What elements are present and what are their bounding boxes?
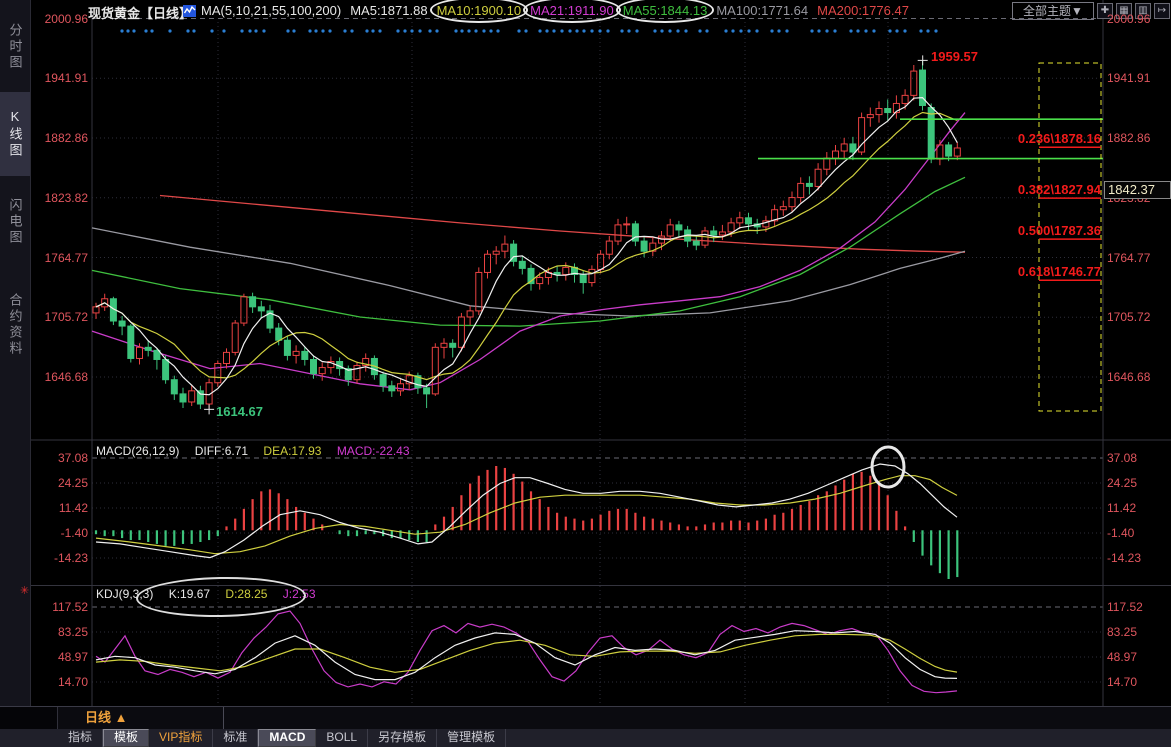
main-axis-label-right: 1882.86: [1107, 131, 1150, 145]
ma-values: MA(5,10,21,55,100,200) MA5:1871.88 MA10:19…: [201, 3, 918, 18]
macd-axis-label-right: 24.25: [1107, 476, 1137, 490]
macd-value: MACD:-22.43: [337, 444, 410, 458]
sidebar: 分时图K线图闪电图合约资料: [0, 0, 31, 747]
macd-axis-label-left: -14.23: [30, 551, 88, 565]
main-axis-label-left: 1882.86: [30, 131, 88, 145]
low-price-label: 1614.67: [216, 404, 263, 419]
app-root: 分时图K线图闪电图合约资料 现货黄金【日线】 MA(5,10,21,55,100…: [0, 0, 1171, 747]
event-dots: [120, 29, 937, 32]
sidebar-tab-active[interactable]: K线图: [0, 92, 30, 176]
xaxis-bar: 日线 ▲: [0, 706, 1171, 730]
kdj-axis-label-left: 117.52: [30, 600, 88, 614]
sidebar-tab-item[interactable]: 合约资料: [0, 268, 30, 382]
macd-diff-value: DIFF:6.71: [195, 444, 248, 458]
macd-axis-label-left: 11.42: [30, 501, 88, 515]
fib-level-label: 0.236\1878.16: [941, 131, 1101, 146]
macd-axis-label-right: 11.42: [1107, 501, 1136, 515]
bottom-tabbar: 指标模板VIP指标标准MACDBOLL另存模板管理模板: [0, 729, 1171, 747]
kdj-axis-label-left: 83.25: [30, 625, 88, 639]
main-axis-label-left: 1646.68: [30, 370, 88, 384]
ma-header-value: MA55:1844.13: [623, 3, 708, 18]
kdj-k-value: K:19.67: [169, 587, 210, 601]
macd-axis-label-right: 37.08: [1107, 451, 1137, 465]
fib-level-label: 0.382\1827.94: [941, 182, 1101, 197]
main-axis-label-left: 1823.82: [30, 191, 88, 205]
ma-header-value: MA21:1911.90: [530, 3, 614, 18]
ma-header-value: MA200:1776.47: [817, 3, 909, 18]
candlestick-chart-icon: [183, 4, 197, 18]
kdj-axis-label-right: 48.97: [1107, 650, 1137, 664]
kdj-k-line: [96, 631, 957, 680]
fib-level-label: 0.618\1746.77: [941, 264, 1101, 279]
kdj-axis-label-left: 48.97: [30, 650, 88, 664]
main-axis-label-left: 1941.91: [30, 71, 88, 85]
ma-header-value: MA100:1771.64: [716, 3, 808, 18]
indicator-tab[interactable]: 另存模板: [368, 729, 437, 747]
indicator-tab[interactable]: BOLL: [316, 729, 368, 747]
header-bar: 现货黄金【日线】 MA(5,10,21,55,100,200) MA5:1871.…: [0, 0, 1171, 22]
indicator-tab[interactable]: 模板: [103, 729, 149, 747]
chart-canvas[interactable]: [0, 0, 1171, 747]
main-axis-label-right: 1764.77: [1107, 251, 1150, 265]
ma10-line: [96, 113, 957, 380]
kdj-d-value: D:28.25: [225, 587, 267, 601]
macd-title: MACD(26,12,9): [96, 444, 179, 458]
indicator-tab[interactable]: MACD: [258, 729, 316, 747]
indicator-tab[interactable]: 指标: [58, 729, 103, 747]
current-price-tag: 1842.37: [1104, 181, 1171, 199]
kdj-panel-header: KDJ(9,3,3) K:19.67 D:28.25 J:2.53: [96, 587, 328, 601]
kdj-axis-label-right: 14.70: [1107, 675, 1137, 689]
indicator-tab[interactable]: VIP指标: [149, 729, 213, 747]
period-selector[interactable]: 日线 ▲: [57, 707, 224, 729]
indicator-tab[interactable]: 标准: [213, 729, 258, 747]
macd-axis-label-right: -1.40: [1107, 526, 1134, 540]
pop-out-icon[interactable]: ↦: [1154, 3, 1170, 19]
kdj-axis-label-right: 117.52: [1107, 600, 1143, 614]
ma21-line: [92, 113, 965, 390]
kdj-axis-label-right: 83.25: [1107, 625, 1137, 639]
macd-panel-header: MACD(26,12,9) DIFF:6.71 DEA:17.93 MACD:-…: [96, 444, 422, 458]
main-axis-label-left: 1764.77: [30, 251, 88, 265]
ma-header-value: MA10:1900.10: [437, 3, 522, 18]
theme-dropdown-button[interactable]: 全部主题▼: [1012, 2, 1094, 20]
macd-dea-value: DEA:17.93: [263, 444, 321, 458]
high-price-label: 1959.57: [931, 49, 978, 64]
main-axis-label-right: 1941.91: [1107, 71, 1150, 85]
kdj-title: KDJ(9,3,3): [96, 587, 153, 601]
kdj-axis-label-left: 14.70: [30, 675, 88, 689]
macd-axis-label-left: 37.08: [30, 451, 88, 465]
main-axis-label-right: 1646.68: [1107, 370, 1150, 384]
ma-header-value: MA(5,10,21,55,100,200): [201, 3, 341, 18]
ma5-line: [96, 98, 957, 395]
symbol-title: 现货黄金【日线】: [88, 3, 192, 22]
indicator-tab[interactable]: 管理模板: [437, 729, 506, 747]
main-axis-label-right: 2000.96: [1107, 12, 1150, 26]
macd-axis-label-right: -14.23: [1107, 551, 1141, 565]
ma200-line: [160, 196, 965, 253]
xaxis-corner: [0, 707, 58, 729]
main-axis-label-left: 1705.72: [30, 310, 88, 324]
macd-axis-label-left: 24.25: [30, 476, 88, 490]
indicator-settings-icon[interactable]: ✳: [20, 584, 29, 597]
candlesticks: [93, 60, 960, 409]
fib-level-label: 0.500\1787.36: [941, 223, 1101, 238]
kdj-j-value: J:2.53: [283, 587, 316, 601]
ma-header-value: MA5:1871.88: [350, 3, 427, 18]
macd-axis-label-left: -1.40: [30, 526, 88, 540]
main-axis-label-left: 2000.96: [30, 12, 88, 26]
sidebar-tab-item[interactable]: 闪电图: [0, 180, 30, 264]
main-axis-label-right: 1705.72: [1107, 310, 1150, 324]
kdj-j-line: [96, 611, 957, 693]
symbol-name: 现货黄金: [88, 6, 140, 21]
